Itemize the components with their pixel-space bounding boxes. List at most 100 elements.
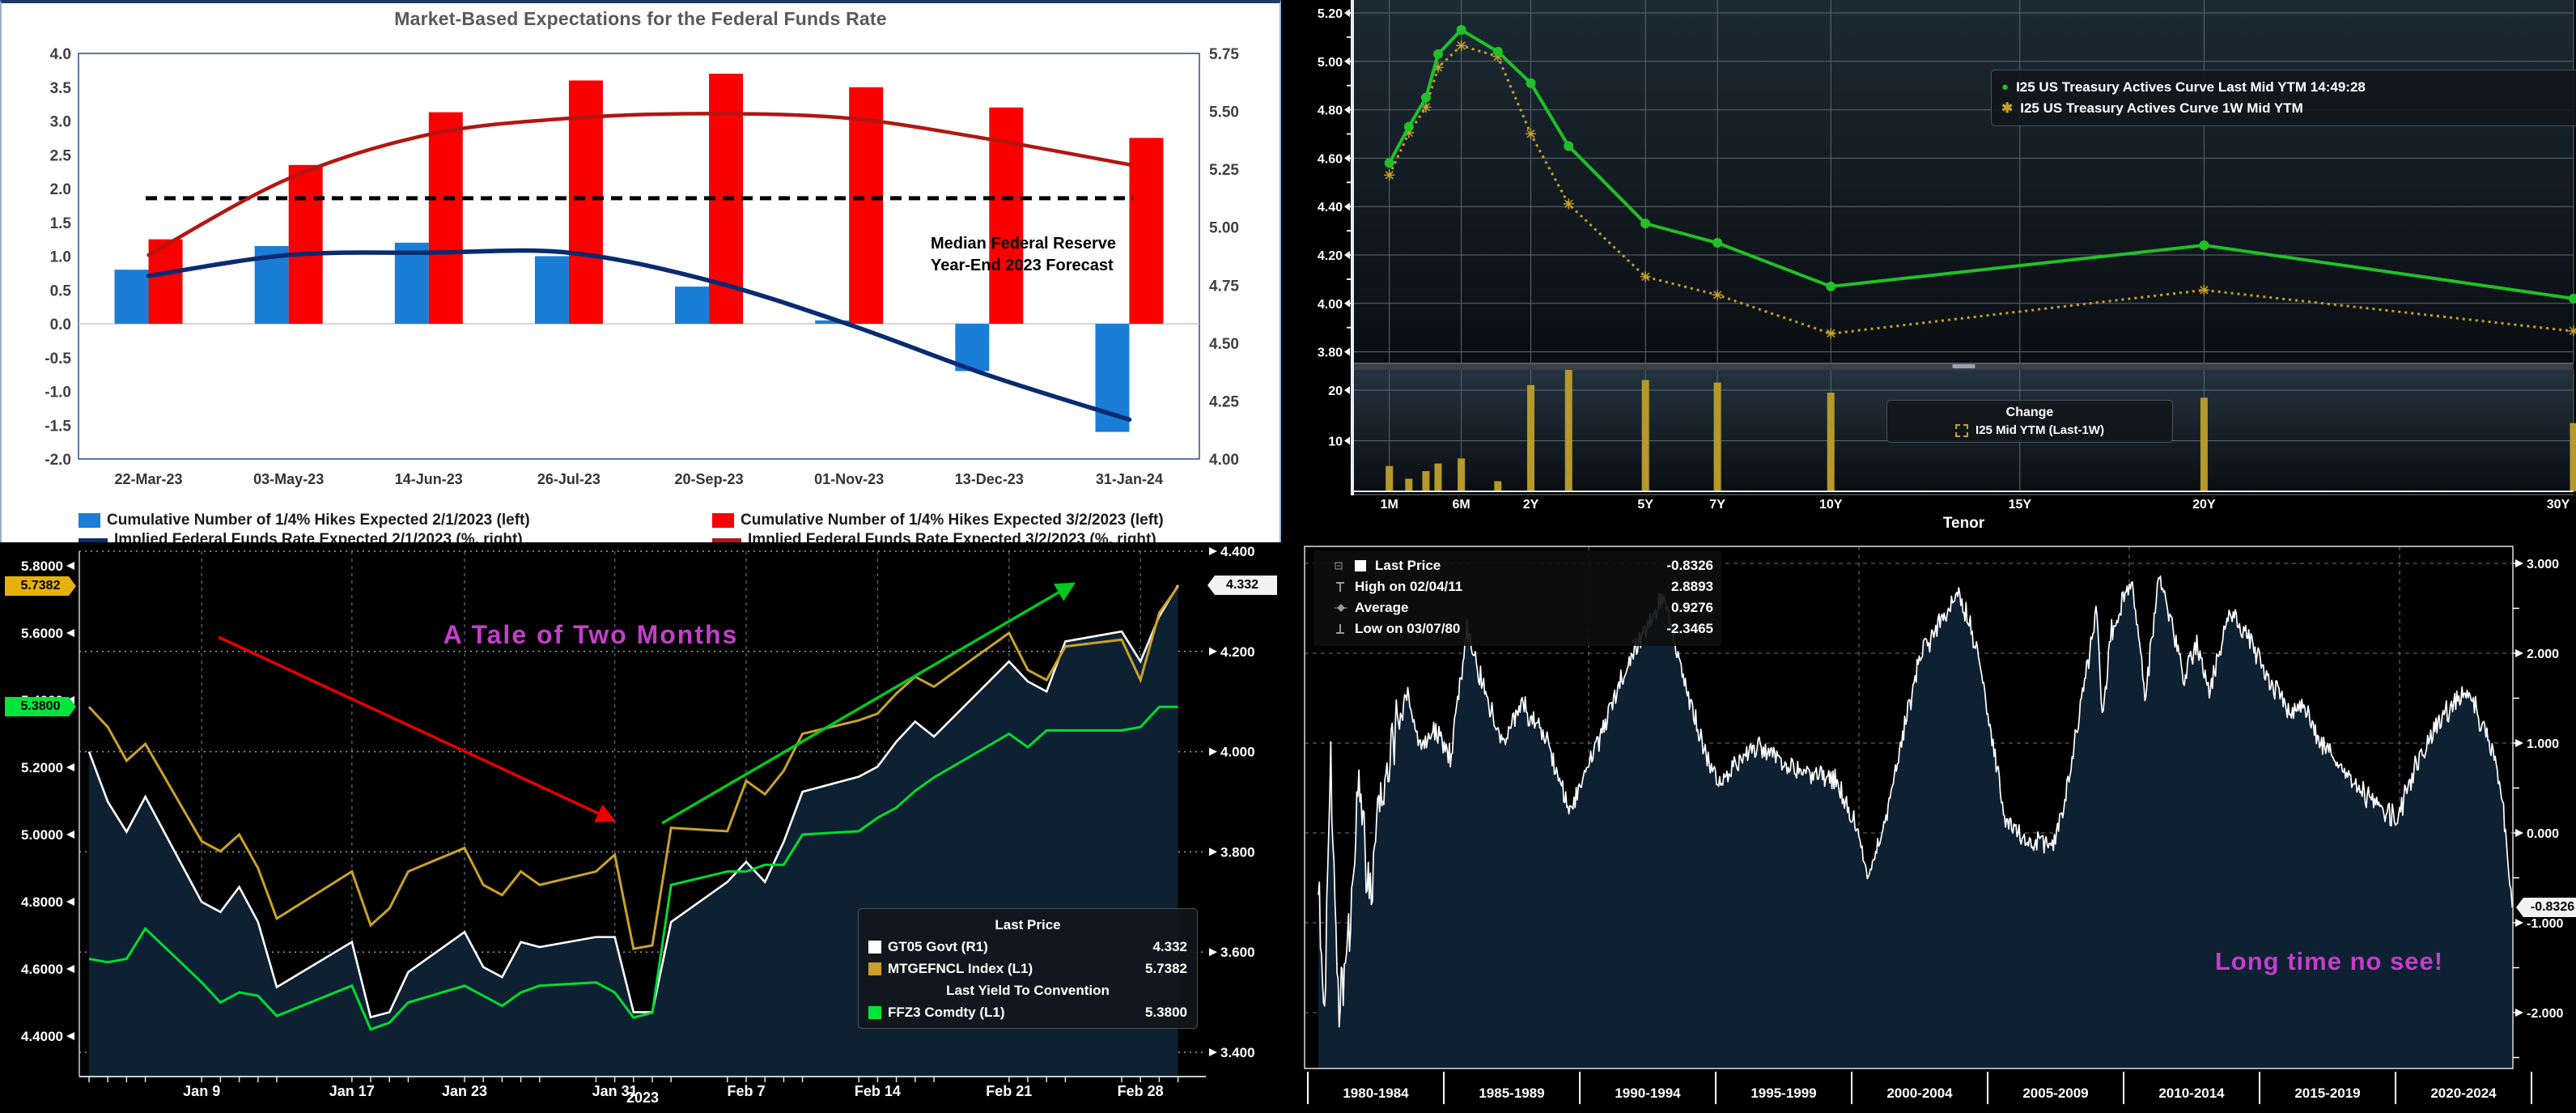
svg-text:5.50: 5.50 <box>1209 104 1239 121</box>
svg-text:4.00: 4.00 <box>1318 298 1343 312</box>
tale-legend[interactable]: Last Price GT05 Govt (R1) 4.332 MTGEFNCL… <box>858 908 1198 1029</box>
svg-text:4.50: 4.50 <box>1209 336 1239 353</box>
svg-text:4.6000: 4.6000 <box>21 962 63 977</box>
tree-expander-icon[interactable] <box>1335 559 1347 572</box>
svg-text:4.400: 4.400 <box>1220 544 1255 559</box>
svg-text:5.00: 5.00 <box>1318 56 1343 70</box>
svg-text:13-Dec-23: 13-Dec-23 <box>955 471 1024 487</box>
x-axis-year: 2023 <box>79 1090 1206 1107</box>
svg-text:3.000: 3.000 <box>2527 558 2559 571</box>
svg-text:4.4000: 4.4000 <box>21 1029 63 1044</box>
svg-text:5.8000: 5.8000 <box>21 559 63 574</box>
svg-text:-2.000: -2.000 <box>2527 1007 2563 1021</box>
svg-text:5.00: 5.00 <box>1209 220 1239 237</box>
svg-text:2020-2024: 2020-2024 <box>2430 1085 2497 1101</box>
svg-text:20-Sep-23: 20-Sep-23 <box>675 471 744 487</box>
svg-text:1995-1999: 1995-1999 <box>1751 1085 1816 1101</box>
yellow-asterisk-icon: ✱ <box>2001 98 2013 119</box>
legend-row-last: Last Price -0.8326 <box>1335 555 1713 576</box>
svg-text:4.60: 4.60 <box>1318 152 1343 166</box>
change-legend[interactable]: Change I25 Mid YTM (Last-1W) <box>1886 400 2173 443</box>
high-marker-icon <box>1335 580 1347 593</box>
legend-item-implied-mar: Implied Federal Funds Rate Expected 3/2/… <box>712 531 1156 542</box>
legend-row-ffz3: FFZ3 Comdty (L1) 5.3800 <box>868 1001 1187 1023</box>
svg-text:4.00: 4.00 <box>1209 452 1239 469</box>
legend-item-hikes-mar: Cumulative Number of 1/4% Hikes Expected… <box>712 512 1164 529</box>
svg-text:4.40: 4.40 <box>1318 201 1343 215</box>
svg-text:4.0: 4.0 <box>50 46 71 63</box>
mtge-price-tag: 5.7382 <box>5 576 76 596</box>
svg-text:5.6000: 5.6000 <box>21 626 63 641</box>
svg-text:3.0: 3.0 <box>50 114 71 131</box>
svg-text:-2.0: -2.0 <box>45 452 71 469</box>
legend-row-high: High on 02/04/11 2.8893 <box>1335 576 1713 597</box>
svg-text:1M: 1M <box>1381 498 1398 512</box>
chart-annotation: A Tale of Two Months <box>356 620 825 650</box>
dashed-gold-swatch-icon <box>1955 424 1968 437</box>
legend-row-last: ● I25 US Treasury Actives Curve Last Mid… <box>2001 77 2576 98</box>
last-price-tag: -0.8326 <box>2516 898 2576 917</box>
svg-text:0.5: 0.5 <box>50 282 72 299</box>
svg-text:10Y: 10Y <box>1819 498 1843 512</box>
svg-text:2.000: 2.000 <box>2527 648 2559 661</box>
svg-text:10: 10 <box>1328 435 1343 449</box>
svg-text:5.2000: 5.2000 <box>21 760 63 775</box>
svg-text:✳: ✳ <box>2198 282 2209 298</box>
svg-text:4.200: 4.200 <box>1220 644 1255 660</box>
change-legend-title: Change <box>1895 406 2164 420</box>
green-square-icon <box>868 1006 881 1019</box>
svg-text:2015-2019: 2015-2019 <box>2294 1085 2360 1101</box>
svg-text:5Y: 5Y <box>1637 498 1653 512</box>
svg-text:-1.5: -1.5 <box>45 418 71 435</box>
svg-text:2.5: 2.5 <box>50 147 72 164</box>
svg-text:✳: ✳ <box>1712 287 1723 303</box>
panel-treasury-curve: ✳✳✳✳✳✳✳✳✳✳✳✳✳5.205.004.804.604.404.204.0… <box>1281 0 2576 544</box>
svg-text:3.600: 3.600 <box>1220 945 1255 960</box>
change-legend-item: I25 Mid YTM (Last-1W) <box>1895 423 2164 437</box>
panel-tale-of-two-months: 5.80005.60005.40005.20005.00004.80004.60… <box>0 542 1281 1113</box>
svg-text:1.0: 1.0 <box>50 249 71 266</box>
svg-text:✳: ✳ <box>1640 270 1651 285</box>
x-axis-title: Tenor <box>1354 515 2574 533</box>
svg-text:-1.000: -1.000 <box>2527 917 2563 931</box>
green-dot-icon: ● <box>2001 77 2009 98</box>
svg-text:7Y: 7Y <box>1709 498 1725 512</box>
svg-text:-1.0: -1.0 <box>45 384 71 401</box>
median-forecast-note: Median Federal Reserve Year-End 2023 For… <box>931 233 1157 277</box>
svg-text:3.5: 3.5 <box>50 80 72 97</box>
svg-text:✳: ✳ <box>1384 168 1395 183</box>
svg-text:3.800: 3.800 <box>1220 844 1255 860</box>
legend-subtitle: Last Yield To Convention <box>868 979 1187 1001</box>
svg-text:2000-2004: 2000-2004 <box>1886 1085 1953 1101</box>
legend-row-low: Low on 03/07/80 -2.3465 <box>1335 618 1713 639</box>
low-marker-icon <box>1335 622 1347 635</box>
svg-text:6M: 6M <box>1452 498 1470 512</box>
legend-title: Last Price <box>868 914 1187 936</box>
chart-annotation: Long time no see! <box>2167 947 2491 976</box>
svg-text:1985-1989: 1985-1989 <box>1479 1085 1544 1101</box>
curve-legend[interactable]: ● I25 US Treasury Actives Curve Last Mid… <box>1991 70 2576 126</box>
svg-text:✳: ✳ <box>1563 197 1574 212</box>
svg-text:4.75: 4.75 <box>1209 278 1239 295</box>
svg-text:3.80: 3.80 <box>1318 346 1343 360</box>
svg-text:5.75: 5.75 <box>1209 46 1239 63</box>
legend-row-gt05: GT05 Govt (R1) 4.332 <box>868 936 1187 958</box>
svg-text:3.400: 3.400 <box>1220 1045 1255 1060</box>
legend-item-implied-feb: Implied Federal Funds Rate Expected 2/1/… <box>79 531 523 542</box>
svg-text:0.0: 0.0 <box>50 316 71 333</box>
svg-text:26-Jul-23: 26-Jul-23 <box>537 471 601 487</box>
red-bar-swatch <box>712 513 734 528</box>
average-diamond-icon <box>1335 601 1347 614</box>
svg-text:4.20: 4.20 <box>1318 249 1343 263</box>
svg-text:✳: ✳ <box>1825 326 1836 342</box>
blue-bar-swatch <box>79 513 100 528</box>
svg-text:1990-1994: 1990-1994 <box>1615 1085 1681 1101</box>
history-legend[interactable]: Last Price -0.8326 High on 02/04/11 2.88… <box>1313 550 1721 646</box>
svg-text:4.80: 4.80 <box>1318 104 1343 118</box>
svg-text:✳: ✳ <box>2568 324 2576 339</box>
svg-text:1980-1984: 1980-1984 <box>1343 1085 1409 1101</box>
svg-text:03-May-23: 03-May-23 <box>253 471 324 487</box>
svg-text:5.20: 5.20 <box>1318 7 1343 21</box>
svg-text:5.25: 5.25 <box>1209 162 1239 179</box>
panel-fed-expectations: Market-Based Expectations for the Federa… <box>0 0 1281 542</box>
